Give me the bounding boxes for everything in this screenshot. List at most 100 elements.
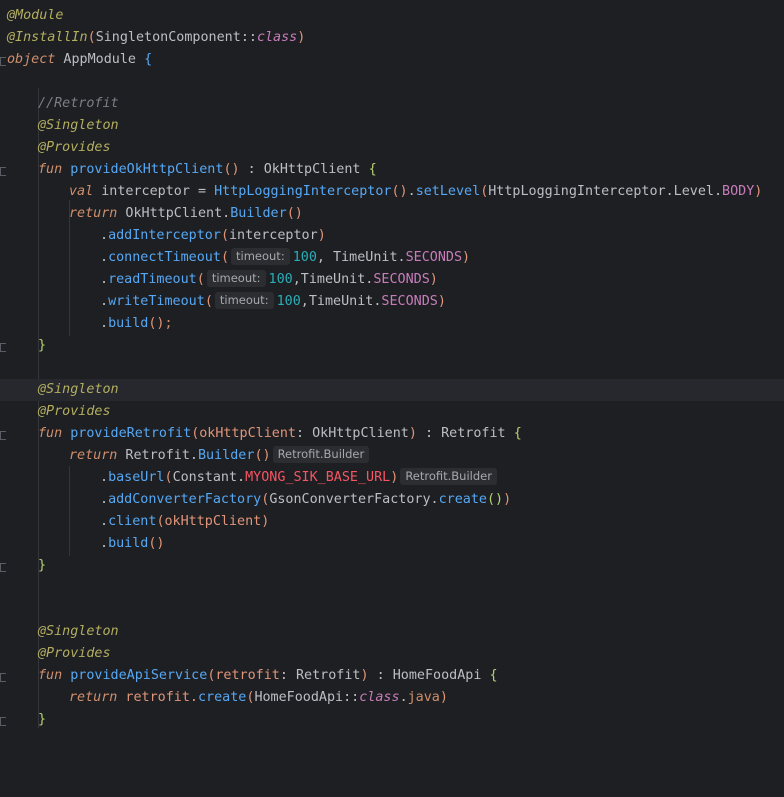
code-line[interactable]: .build()	[0, 533, 784, 555]
dot: .	[100, 316, 109, 331]
paren: )	[261, 514, 270, 529]
code-line[interactable]: .addConverterFactory(GsonConverterFactor…	[0, 489, 784, 511]
function-name: provideOkHttpClient	[62, 162, 224, 177]
paren: ()	[148, 316, 165, 331]
fold-marker-icon[interactable]	[0, 343, 6, 352]
type-hint: Retrofit.Builder	[400, 468, 497, 485]
parameter-type: : Retrofit	[279, 668, 361, 683]
keyword: fun	[38, 426, 63, 441]
code-line[interactable]: @Module	[0, 5, 784, 27]
code-text: .baseUrl(Constant.MYONG_SIK_BASE_URL) Ret…	[100, 467, 500, 489]
method-name: build	[108, 536, 149, 551]
code-line[interactable]: return OkHttpClient.Builder()	[0, 203, 784, 225]
code-text: .build();	[100, 313, 173, 335]
code-line[interactable]: @InstallIn(SingletonComponent::class)	[0, 27, 784, 49]
annotation: @Module	[7, 8, 64, 23]
argument: okHttpClient	[164, 514, 262, 529]
keyword: return	[69, 206, 118, 221]
fold-marker-icon[interactable]	[0, 563, 6, 572]
dot: .	[100, 470, 109, 485]
parameter-hint: timeout:	[231, 248, 290, 265]
code-text: .build()	[100, 533, 165, 555]
code-line[interactable]: }	[0, 555, 784, 577]
code-line[interactable]: return Retrofit.Builder() Retrofit.Builde…	[0, 445, 784, 467]
code-line[interactable]: .client(okHttpClient)	[0, 511, 784, 533]
keyword: class	[256, 30, 298, 45]
brace: {	[513, 426, 522, 441]
code-line[interactable]: fun provideOkHttpClient() : OkHttpClient…	[0, 159, 784, 181]
paren: ()	[391, 184, 408, 199]
method-name: baseUrl	[108, 470, 165, 485]
code-text: fun provideApiService(retrofit: Retrofit…	[38, 665, 498, 687]
method-name: readTimeout	[108, 272, 197, 287]
dot: .	[100, 294, 109, 309]
method-name: build	[108, 316, 149, 331]
parameter-name: retrofit	[215, 668, 280, 683]
parameter-type: : OkHttpClient	[296, 426, 409, 441]
fold-marker-icon[interactable]	[0, 717, 6, 726]
property: java	[407, 690, 440, 705]
code-line[interactable]: .baseUrl(Constant.MYONG_SIK_BASE_URL) Ret…	[0, 467, 784, 489]
code-line[interactable]: object AppModule {	[0, 49, 784, 71]
paren: ()	[487, 492, 504, 507]
code-line[interactable]: .build();	[0, 313, 784, 335]
paren: ()	[286, 206, 303, 221]
code-line[interactable]: }	[0, 709, 784, 731]
code-text: .addConverterFactory(GsonConverterFactor…	[100, 489, 511, 511]
method-name: setLevel	[415, 184, 481, 199]
number: 100	[268, 272, 293, 287]
separator: , TimeUnit.	[316, 250, 406, 265]
code-line[interactable]: .connectTimeout(timeout: 100, TimeUnit.SE…	[0, 247, 784, 269]
code-line-current[interactable]: @Singleton	[0, 379, 784, 401]
code-line[interactable]: }	[0, 335, 784, 357]
method-name: connectTimeout	[108, 250, 221, 265]
code-line[interactable]: .addInterceptor(interceptor)	[0, 225, 784, 247]
brace: }	[38, 338, 47, 353]
code-text: .client(okHttpClient)	[100, 511, 269, 533]
fold-marker-icon[interactable]	[0, 431, 6, 440]
fold-marker-icon[interactable]	[0, 57, 6, 66]
fold-marker-icon[interactable]	[0, 167, 6, 176]
function-name: provideApiService	[62, 668, 208, 683]
paren: )	[390, 470, 399, 485]
paren: )	[439, 690, 448, 705]
code-text: @InstallIn(SingletonComponent::class)	[7, 27, 305, 49]
parameter-name: okHttpClient	[199, 426, 296, 441]
parameter-hint: timeout:	[214, 292, 274, 309]
fold-marker-icon[interactable]	[0, 673, 6, 682]
code-line[interactable]: val interceptor = HttpLoggingInterceptor…	[0, 181, 784, 203]
annotation: @Provides	[38, 646, 111, 661]
paren: )	[317, 228, 326, 243]
argument: HttpLoggingInterceptor.Level.	[488, 184, 723, 199]
code-editor[interactable]: @Module @InstallIn(SingletonComponent::c…	[0, 0, 784, 729]
constant: MYONG_SIK_BASE_URL	[245, 470, 391, 485]
dot: .	[100, 228, 109, 243]
argument: HomeFoodApi::	[254, 690, 360, 705]
code-text: .readTimeout(timeout: 100,TimeUnit.SECOND…	[100, 269, 438, 291]
code-line[interactable]: @Provides	[0, 401, 784, 423]
annotation: @Singleton	[38, 118, 119, 133]
annotation: @Singleton	[38, 624, 119, 639]
keyword: val	[69, 184, 94, 199]
receiver: retrofit.	[117, 690, 198, 705]
code-line[interactable]: @Singleton	[0, 621, 784, 643]
code-text: return OkHttpClient.Builder()	[69, 203, 303, 225]
paren: ()	[223, 162, 240, 177]
code-line[interactable]: @Provides	[0, 137, 784, 159]
code-line[interactable]: fun provideRetrofit(okHttpClient: OkHttp…	[0, 423, 784, 445]
keyword: return	[69, 448, 118, 463]
code-line[interactable]: //Retrofit	[0, 93, 784, 115]
code-line[interactable]: @Provides	[0, 643, 784, 665]
enum-value: SECONDS	[381, 294, 438, 309]
code-line[interactable]: return retrofit.create(HomeFoodApi::clas…	[0, 687, 784, 709]
code-line[interactable]: .writeTimeout(timeout: 100,TimeUnit.SECON…	[0, 291, 784, 313]
code-line[interactable]: fun provideApiService(retrofit: Retrofit…	[0, 665, 784, 687]
type-hint: Retrofit.Builder	[272, 446, 370, 463]
paren: ()	[254, 448, 271, 463]
operator: ::	[240, 30, 257, 45]
code-line[interactable]: .readTimeout(timeout: 100,TimeUnit.SECOND…	[0, 269, 784, 291]
paren: )	[429, 272, 438, 287]
code-line[interactable]: @Singleton	[0, 115, 784, 137]
enum-value: BODY	[722, 184, 755, 199]
method-name: addConverterFactory	[108, 492, 262, 507]
